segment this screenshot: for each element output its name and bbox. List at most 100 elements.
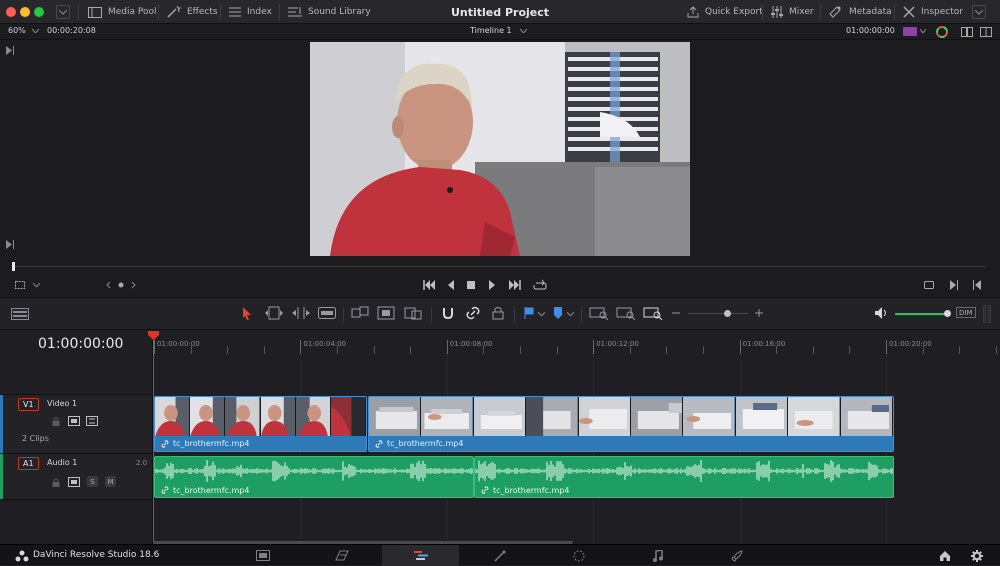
- stop-button[interactable]: [467, 281, 475, 289]
- disable-video-track-icon[interactable]: [86, 416, 98, 426]
- skip-to-start-icon[interactable]: [423, 280, 436, 290]
- position-lock-icon[interactable]: [492, 306, 504, 320]
- selection-arrow-icon[interactable]: [242, 307, 252, 320]
- edit-page-button[interactable]: [382, 545, 459, 566]
- clip-thumbnail: [788, 397, 841, 437]
- app-name: DaVinci Resolve Studio 18.6: [33, 550, 160, 560]
- timeline-selector[interactable]: Timeline 1: [470, 26, 527, 35]
- video-track-name[interactable]: Video 1: [47, 399, 77, 408]
- audio-clip[interactable]: tc_brothermfc.mp4: [154, 456, 474, 498]
- deliver-page-button[interactable]: [698, 545, 775, 566]
- color-wheel-icon[interactable]: [936, 26, 948, 38]
- play-icon[interactable]: [6, 240, 14, 249]
- chevron-down-icon[interactable]: [538, 312, 545, 316]
- media-page-button[interactable]: [224, 545, 301, 566]
- marker-icon[interactable]: [553, 307, 563, 319]
- zoom-dropdown[interactable]: 60%: [8, 26, 39, 35]
- effects-button[interactable]: Effects: [167, 0, 218, 24]
- metadata-button[interactable]: Metadata: [829, 0, 892, 24]
- inspector-icon: [903, 6, 915, 18]
- mute-button[interactable]: M: [105, 476, 116, 487]
- trim-edit-icon[interactable]: [264, 306, 284, 320]
- fairlight-page-button[interactable]: [619, 545, 696, 566]
- match-frame-icon[interactable]: [922, 279, 936, 291]
- zoom-custom-icon[interactable]: [643, 306, 663, 320]
- fusion-page-button[interactable]: [461, 545, 538, 566]
- dynamic-trim-icon[interactable]: [291, 306, 311, 320]
- next-frame-icon[interactable]: [949, 280, 959, 290]
- color-page-button[interactable]: [540, 545, 617, 566]
- snapping-magnet-icon[interactable]: [441, 306, 455, 320]
- timeline-view-options-icon[interactable]: [11, 308, 29, 320]
- minimize-window-button[interactable]: [20, 7, 30, 17]
- solo-button[interactable]: S: [87, 476, 98, 487]
- play-icon[interactable]: [488, 280, 496, 290]
- audio-track-badge[interactable]: A1: [18, 457, 39, 470]
- timeline-ruler[interactable]: 01:00:00:00 01:00:04:00 01:00:08:00 01:00:1…: [153, 330, 1000, 354]
- speaker-icon[interactable]: [875, 307, 888, 319]
- chevron-down-icon[interactable]: [567, 312, 574, 316]
- video-clip-name-bar: tc_brothermfc.mp4: [155, 436, 366, 451]
- jog-control-icon[interactable]: [106, 281, 136, 289]
- mixer-button[interactable]: Mixer: [771, 0, 814, 24]
- zoom-slider-handle[interactable]: [724, 310, 731, 317]
- lock-track-icon[interactable]: [52, 417, 60, 426]
- insert-clip-icon[interactable]: [351, 306, 369, 320]
- ruler-tick: [446, 340, 448, 354]
- ruler-tick: [666, 346, 668, 354]
- inspector-dropdown-button[interactable]: [972, 5, 986, 19]
- maximize-window-button[interactable]: [34, 7, 44, 17]
- video-clip[interactable]: tc_brothermfc.mp4: [368, 396, 894, 452]
- inspector-button[interactable]: Inspector: [903, 0, 963, 24]
- workspace-dropdown-button[interactable]: [56, 5, 70, 19]
- source-timecode: 00:00:20:08: [47, 26, 96, 35]
- close-window-button[interactable]: [6, 7, 16, 17]
- video-clip[interactable]: tc_brothermfc.mp4: [154, 396, 367, 452]
- sound-library-button[interactable]: Sound Library: [288, 0, 371, 24]
- playhead-line[interactable]: [153, 338, 154, 542]
- scrub-playhead[interactable]: [12, 262, 15, 271]
- ruler-tick: [373, 346, 375, 354]
- flag-icon[interactable]: [524, 307, 534, 319]
- cut-page-button[interactable]: [303, 545, 380, 566]
- previous-frame-icon[interactable]: [972, 280, 982, 290]
- chevron-down-icon[interactable]: [33, 283, 40, 287]
- dual-viewer-icon[interactable]: [961, 27, 973, 37]
- ruler-tick: [739, 340, 741, 354]
- transform-icon[interactable]: [14, 280, 26, 290]
- zoom-out-icon[interactable]: [672, 312, 680, 314]
- zoom-full-icon[interactable]: [589, 306, 609, 320]
- dim-button[interactable]: DIM: [956, 307, 976, 318]
- chevron-down-icon[interactable]: [920, 29, 926, 33]
- reverse-play-icon[interactable]: [447, 280, 455, 290]
- loop-icon[interactable]: [533, 279, 547, 291]
- overwrite-clip-icon[interactable]: [377, 306, 395, 320]
- video-track-badge[interactable]: V1: [18, 398, 39, 411]
- index-button[interactable]: Index: [229, 0, 272, 24]
- audio-track-name[interactable]: Audio 1: [47, 458, 77, 467]
- zoom-detail-icon[interactable]: [616, 306, 636, 320]
- ruler-tick: [154, 340, 155, 354]
- zoom-in-icon[interactable]: [755, 309, 763, 317]
- home-icon[interactable]: [939, 550, 951, 561]
- blade-edit-icon[interactable]: [318, 307, 336, 319]
- replace-clip-icon[interactable]: [404, 306, 422, 320]
- zoom-slider-track: [688, 313, 748, 314]
- clip-thumbnail: [190, 397, 226, 437]
- quick-export-button[interactable]: Quick Export: [687, 0, 763, 24]
- linked-selection-icon[interactable]: [466, 306, 480, 320]
- settings-gear-icon[interactable]: [971, 550, 983, 562]
- color-space-icon[interactable]: [903, 27, 917, 36]
- effects-label: Effects: [187, 7, 218, 17]
- auto-track-select-icon[interactable]: [68, 416, 80, 426]
- auto-track-select-icon[interactable]: [68, 477, 80, 487]
- skip-to-end-icon[interactable]: [508, 280, 521, 290]
- audio-clip[interactable]: tc_brothermfc.mp4: [474, 456, 894, 498]
- volume-slider-handle[interactable]: [944, 310, 951, 317]
- media-pool-button[interactable]: Media Pool: [88, 0, 157, 24]
- viewer-scrubber[interactable]: [0, 258, 1000, 276]
- cinema-mode-icon[interactable]: [980, 27, 992, 37]
- lock-track-icon[interactable]: [52, 478, 60, 487]
- title-bar: Media Pool Effects Index Sound Library U…: [0, 0, 1000, 24]
- play-icon[interactable]: [6, 46, 14, 55]
